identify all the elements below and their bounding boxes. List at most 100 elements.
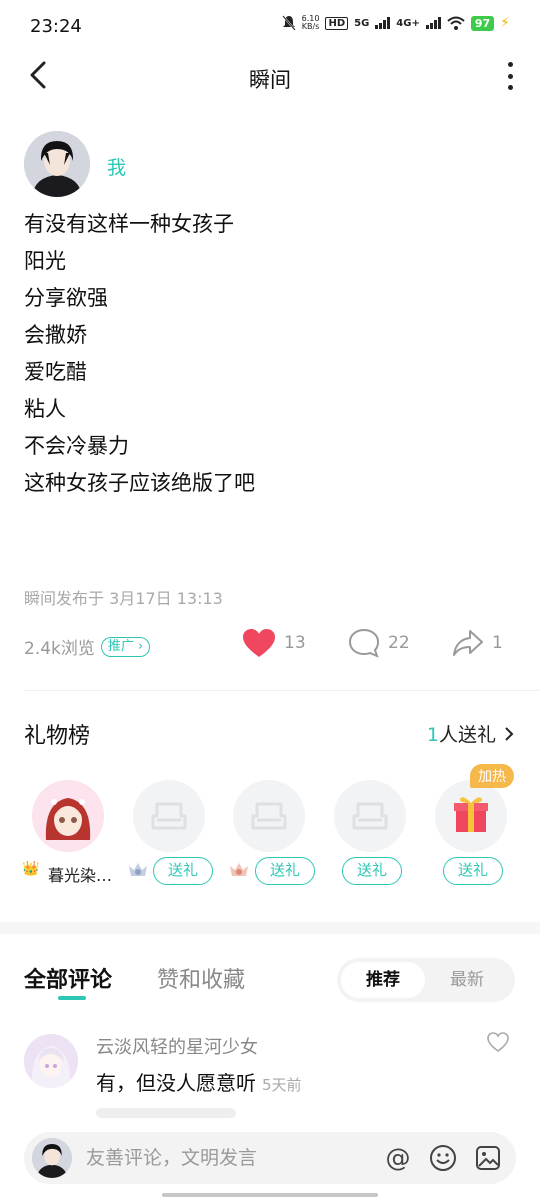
my-avatar-illustration bbox=[32, 1138, 72, 1178]
empty-gift-slot[interactable] bbox=[334, 780, 406, 852]
post-line: 粘人 bbox=[24, 397, 66, 421]
share-arrow-icon bbox=[453, 630, 483, 656]
network-4g-label: 4G+ bbox=[396, 17, 420, 29]
comment-button[interactable]: 22 bbox=[348, 628, 410, 658]
post-line: 爱吃醋 bbox=[24, 360, 87, 384]
author-avatar[interactable] bbox=[24, 131, 90, 197]
send-gift-button[interactable]: 送礼 bbox=[255, 857, 315, 885]
post-line: 会撒娇 bbox=[24, 323, 87, 347]
signal-icon-2 bbox=[425, 17, 441, 29]
sort-recommended-button[interactable]: 推荐 bbox=[341, 962, 425, 998]
comment-time: 5天前 bbox=[262, 1076, 302, 1094]
net-speed: 6.10 KB/s bbox=[301, 14, 320, 31]
sort-latest-button[interactable]: 最新 bbox=[431, 962, 503, 998]
tab-likes-favorites[interactable]: 赞和收藏 bbox=[157, 962, 245, 994]
comment-bubble-icon bbox=[348, 628, 380, 658]
wifi-icon bbox=[447, 16, 465, 30]
like-button[interactable]: 13 bbox=[242, 628, 306, 658]
hot-tag[interactable]: 加热 bbox=[470, 764, 514, 788]
sofa-icon bbox=[251, 802, 287, 830]
tab-indicator bbox=[58, 996, 86, 1000]
image-button[interactable] bbox=[474, 1144, 502, 1172]
gift-box-slot[interactable] bbox=[435, 780, 507, 852]
commenter-name[interactable]: 云淡风轻的星河少女 bbox=[96, 1033, 258, 1059]
mute-bell-icon bbox=[281, 15, 296, 31]
sort-toggle: 推荐 最新 bbox=[337, 958, 515, 1002]
post-timestamp: 瞬间发布于 3月17日 13:13 bbox=[24, 589, 223, 608]
app-header: 瞬间 bbox=[0, 52, 540, 102]
chevron-right-icon: › bbox=[133, 638, 144, 654]
smiley-icon bbox=[430, 1145, 456, 1171]
girl-avatar-illustration bbox=[32, 780, 104, 852]
chevron-left-icon bbox=[30, 61, 46, 89]
commenter-avatar[interactable] bbox=[24, 1034, 78, 1088]
post-line: 不会冷暴力 bbox=[24, 434, 129, 458]
back-button[interactable] bbox=[28, 60, 58, 94]
status-bar: 23:24 6.10 KB/s HD 5G 4G+ 97 ⚡ bbox=[0, 0, 540, 52]
top-giver-avatar[interactable] bbox=[32, 780, 104, 852]
empty-gift-slot[interactable] bbox=[133, 780, 205, 852]
crown-gold-icon: 👑 bbox=[22, 861, 40, 877]
send-gift-button[interactable]: 送礼 bbox=[342, 857, 402, 885]
divider bbox=[24, 690, 540, 691]
more-dot-icon bbox=[507, 62, 513, 67]
mention-button[interactable]: @ bbox=[384, 1144, 412, 1172]
giver-count: 1 bbox=[426, 724, 439, 746]
giver-suffix: 人送礼 bbox=[438, 724, 496, 746]
promote-label: 推广 bbox=[107, 638, 134, 654]
signal-icon bbox=[375, 17, 391, 29]
commenter-avatar-illustration bbox=[24, 1034, 78, 1088]
post-content: 有没有这样一种女孩子 阳光 分享欲强 会撒娇 爱吃醋 粘人 不会冷暴力 这种女孩… bbox=[24, 206, 255, 502]
crown-bronze-icon bbox=[229, 861, 249, 881]
more-dot-icon bbox=[507, 85, 513, 90]
more-options-button[interactable] bbox=[504, 62, 516, 90]
gift-board-title: 礼物榜 bbox=[24, 724, 91, 749]
crown-silver-icon bbox=[128, 861, 148, 881]
comment-input[interactable] bbox=[86, 1132, 376, 1184]
post-line: 分享欲强 bbox=[24, 286, 108, 310]
comment-input-bar: @ bbox=[24, 1132, 516, 1184]
send-gift-button[interactable]: 送礼 bbox=[153, 857, 213, 885]
gift-box-icon bbox=[454, 797, 488, 832]
author-name[interactable]: 我 bbox=[107, 153, 126, 180]
chevron-right-icon bbox=[505, 726, 514, 741]
share-button[interactable]: 1 bbox=[452, 628, 503, 658]
next-comment-peek bbox=[96, 1108, 236, 1118]
sofa-icon bbox=[352, 802, 388, 830]
gift-board-link[interactable]: 1人送礼 bbox=[427, 720, 514, 747]
image-icon bbox=[476, 1146, 500, 1170]
network-5g-label: 5G bbox=[354, 17, 370, 29]
comment-count: 22 bbox=[388, 633, 410, 653]
emoji-button[interactable] bbox=[429, 1144, 457, 1172]
top-giver-name[interactable]: 暮光染… bbox=[48, 862, 118, 886]
avatar-illustration bbox=[24, 131, 90, 197]
status-icons: 6.10 KB/s HD 5G 4G+ 97 ⚡ bbox=[281, 14, 510, 31]
section-divider bbox=[0, 922, 540, 934]
post-line: 这种女孩子应该绝版了吧 bbox=[24, 471, 255, 495]
page-title: 瞬间 bbox=[249, 68, 291, 92]
charging-icon: ⚡ bbox=[500, 15, 510, 31]
comment-body: 有，但没人愿意听 bbox=[96, 1071, 256, 1095]
post-line: 阳光 bbox=[24, 249, 66, 273]
share-count: 1 bbox=[492, 633, 503, 653]
like-count: 13 bbox=[284, 633, 306, 653]
promote-button[interactable]: 推广 › bbox=[100, 636, 151, 657]
battery-icon: 97 bbox=[470, 15, 495, 31]
tab-all-comments[interactable]: 全部评论 bbox=[24, 962, 112, 994]
comment-like-button[interactable] bbox=[486, 1031, 510, 1057]
status-time: 23:24 bbox=[30, 16, 82, 37]
sofa-icon bbox=[151, 802, 187, 830]
empty-gift-slot[interactable] bbox=[233, 780, 305, 852]
view-count-text: 2.4k浏览 bbox=[24, 639, 95, 659]
send-gift-button[interactable]: 送礼 bbox=[443, 857, 503, 885]
my-avatar bbox=[32, 1138, 72, 1178]
home-indicator bbox=[162, 1193, 378, 1197]
comment-text: 有，但没人愿意听 5天前 bbox=[96, 1067, 302, 1096]
view-count: 2.4k浏览 推广 › bbox=[24, 634, 151, 659]
at-icon: @ bbox=[385, 1143, 411, 1172]
hd-icon: HD bbox=[325, 16, 349, 30]
post-line: 有没有这样一种女孩子 bbox=[24, 212, 234, 236]
more-dot-icon bbox=[507, 73, 513, 79]
heart-icon bbox=[243, 629, 275, 657]
heart-outline-icon bbox=[487, 1032, 509, 1052]
